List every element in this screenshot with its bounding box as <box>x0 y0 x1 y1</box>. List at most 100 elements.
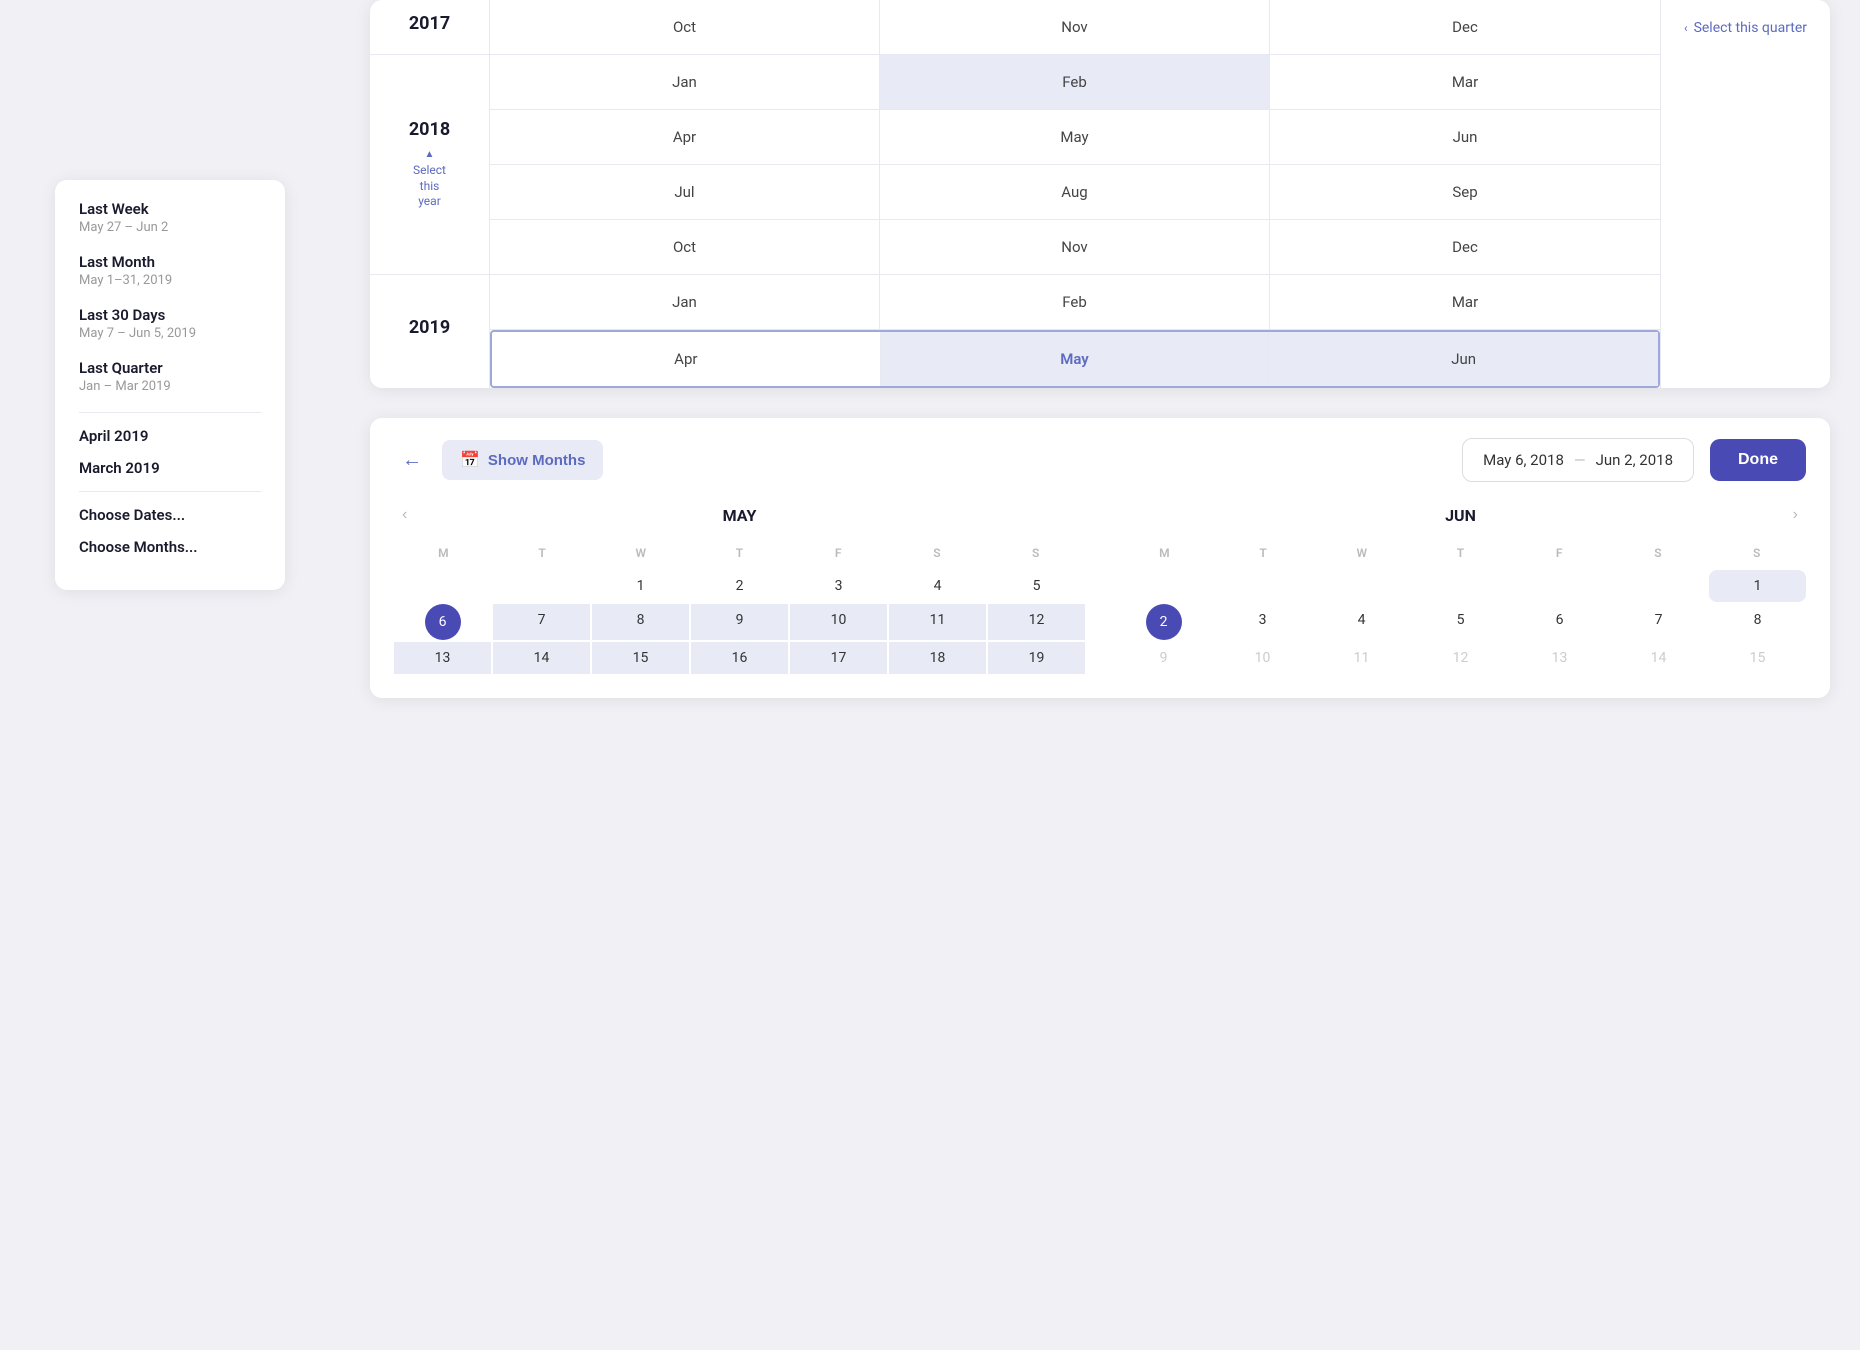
cal-days-header-may: M T W T F S S <box>394 542 1085 564</box>
sidebar-item-last-week[interactable]: Last Week May 27 – Jun 2 <box>79 200 261 235</box>
sidebar-march-2019[interactable]: March 2019 <box>79 459 261 477</box>
cal-day-may-15[interactable]: 15 <box>592 642 689 674</box>
calendar-jun: ‹ JUN › M T W T F S S <box>1115 502 1806 674</box>
cal-day-jun-11[interactable]: 11 <box>1313 642 1410 674</box>
cal-day-may-14[interactable]: 14 <box>493 642 590 674</box>
month-2018-nov[interactable]: Nov <box>880 220 1270 274</box>
next-month-button-jun[interactable]: › <box>1785 502 1806 528</box>
year-2018-months: Jan Feb Mar Apr May Jun Jul Aug Sep <box>490 55 1660 274</box>
select-year-2018-link[interactable]: ▲ Selectthisyear <box>413 148 446 210</box>
cal-day-jun-15[interactable]: 15 <box>1709 642 1806 674</box>
select-quarter-link[interactable]: ‹ Select this quarter <box>1684 20 1807 36</box>
cal-days-may: 1 2 3 4 5 6 7 8 9 10 11 12 13 14 15 <box>394 570 1085 674</box>
months-row-2018-1: Jan Feb Mar <box>490 55 1660 110</box>
sidebar-choose-months[interactable]: Choose Months... <box>79 538 261 556</box>
cal-day-jun-empty-4 <box>1412 570 1509 602</box>
cal-days-jun: 1 2 3 4 5 6 7 8 9 10 11 12 13 14 15 <box>1115 570 1806 674</box>
jun-day-s: S <box>1609 542 1708 564</box>
cal-day-may-17[interactable]: 17 <box>790 642 887 674</box>
cal-day-jun-2[interactable]: 2 <box>1146 604 1182 640</box>
year-2017-text: 2017 <box>409 13 450 34</box>
month-2018-dec[interactable]: Dec <box>1270 220 1660 274</box>
month-2017-oct[interactable]: Oct <box>490 0 880 54</box>
month-2018-jan[interactable]: Jan <box>490 55 880 109</box>
done-button[interactable]: Done <box>1710 439 1806 481</box>
jun-day-t2: T <box>1411 542 1510 564</box>
cal-day-may-1[interactable]: 1 <box>592 570 689 602</box>
cal-day-jun-empty-6 <box>1610 570 1707 602</box>
months-row-2019-2: Apr May Jun <box>490 330 1660 388</box>
jun-day-w: W <box>1312 542 1411 564</box>
month-2018-may[interactable]: May <box>880 110 1270 164</box>
cal-day-may-6[interactable]: 6 <box>425 604 461 640</box>
prev-month-button-may[interactable]: ‹ <box>394 502 415 528</box>
cal-header-may: ‹ MAY › <box>394 502 1085 528</box>
cal-day-jun-10[interactable]: 10 <box>1214 642 1311 674</box>
month-2019-jun[interactable]: Jun <box>1269 332 1658 386</box>
cal-day-may-5[interactable]: 5 <box>988 570 1085 602</box>
month-2019-feb[interactable]: Feb <box>880 275 1270 329</box>
cal-day-may-4[interactable]: 4 <box>889 570 986 602</box>
cal-day-may-12[interactable]: 12 <box>988 604 1085 640</box>
month-2019-mar[interactable]: Mar <box>1270 275 1660 329</box>
main-content: 2017 Oct Nov Dec 2018 <box>340 0 1860 698</box>
cal-day-jun-9[interactable]: 9 <box>1115 642 1212 674</box>
sidebar-item-last-quarter[interactable]: Last Quarter Jan – Mar 2019 <box>79 359 261 394</box>
month-2018-jun[interactable]: Jun <box>1270 110 1660 164</box>
year-row-2017: 2017 Oct Nov Dec <box>370 0 1660 55</box>
cal-day-may-8[interactable]: 8 <box>592 604 689 640</box>
cal-day-may-11[interactable]: 11 <box>889 604 986 640</box>
sidebar-april-2019[interactable]: April 2019 <box>79 427 261 445</box>
cal-day-may-19[interactable]: 19 <box>988 642 1085 674</box>
year-2019-text: 2019 <box>409 317 450 338</box>
month-2018-apr[interactable]: Apr <box>490 110 880 164</box>
cal-day-may-13[interactable]: 13 <box>394 642 491 674</box>
select-quarter-label: Select this quarter <box>1694 20 1807 36</box>
sidebar-item-last-30-sub: May 7 – Jun 5, 2019 <box>79 326 261 341</box>
back-button[interactable]: ← <box>394 445 430 476</box>
month-2018-sep[interactable]: Sep <box>1270 165 1660 219</box>
cal-days-header-jun: M T W T F S S <box>1115 542 1806 564</box>
cal-day-jun-3[interactable]: 3 <box>1214 604 1311 640</box>
month-2018-feb[interactable]: Feb <box>880 55 1270 109</box>
month-2017-dec[interactable]: Dec <box>1270 0 1660 54</box>
cal-day-jun-12[interactable]: 12 <box>1412 642 1509 674</box>
cal-day-jun-6[interactable]: 6 <box>1511 604 1608 640</box>
cal-day-may-2[interactable]: 2 <box>691 570 788 602</box>
cal-header-jun: ‹ JUN › <box>1115 502 1806 528</box>
month-2019-apr[interactable]: Apr <box>492 332 881 386</box>
cal-day-may-7[interactable]: 7 <box>493 604 590 640</box>
year-row-2019: 2019 Jan Feb Mar Apr May Jun <box>370 275 1660 388</box>
cal-day-jun-14[interactable]: 14 <box>1610 642 1707 674</box>
sidebar-item-last-month[interactable]: Last Month May 1–31, 2019 <box>79 253 261 288</box>
cal-day-jun-8[interactable]: 8 <box>1709 604 1806 640</box>
month-2017-nov[interactable]: Nov <box>880 0 1270 54</box>
month-2018-oct[interactable]: Oct <box>490 220 880 274</box>
cal-day-may-3[interactable]: 3 <box>790 570 887 602</box>
month-2019-may[interactable]: May <box>881 332 1270 386</box>
cal-day-jun-7[interactable]: 7 <box>1610 604 1707 640</box>
day-name-s: S <box>888 542 987 564</box>
months-row-2018-3: Jul Aug Sep <box>490 165 1660 220</box>
cal-day-jun-5[interactable]: 5 <box>1412 604 1509 640</box>
month-2018-jul[interactable]: Jul <box>490 165 880 219</box>
sidebar: Last Week May 27 – Jun 2 Last Month May … <box>55 180 285 590</box>
sidebar-choose-dates[interactable]: Choose Dates... <box>79 506 261 524</box>
cal-day-may-16[interactable]: 16 <box>691 642 788 674</box>
sidebar-item-last-30-days[interactable]: Last 30 Days May 7 – Jun 5, 2019 <box>79 306 261 341</box>
cal-day-may-10[interactable]: 10 <box>790 604 887 640</box>
cal-day-jun-1[interactable]: 1 <box>1709 570 1806 602</box>
calendar-may: ‹ MAY › M T W T F S S 1 <box>394 502 1085 674</box>
month-2019-jan[interactable]: Jan <box>490 275 880 329</box>
sidebar-item-last-quarter-title: Last Quarter <box>79 359 261 377</box>
cal-day-may-9[interactable]: 9 <box>691 604 788 640</box>
chevron-up-icon: ▲ <box>425 148 435 161</box>
cal-day-empty-1 <box>394 570 491 602</box>
month-2018-mar[interactable]: Mar <box>1270 55 1660 109</box>
show-months-button[interactable]: 📅 Show Months <box>442 440 603 480</box>
date-range-display: May 6, 2018 — Jun 2, 2018 <box>1462 438 1694 482</box>
cal-day-jun-13[interactable]: 13 <box>1511 642 1608 674</box>
cal-day-may-18[interactable]: 18 <box>889 642 986 674</box>
cal-day-jun-4[interactable]: 4 <box>1313 604 1410 640</box>
month-2018-aug[interactable]: Aug <box>880 165 1270 219</box>
